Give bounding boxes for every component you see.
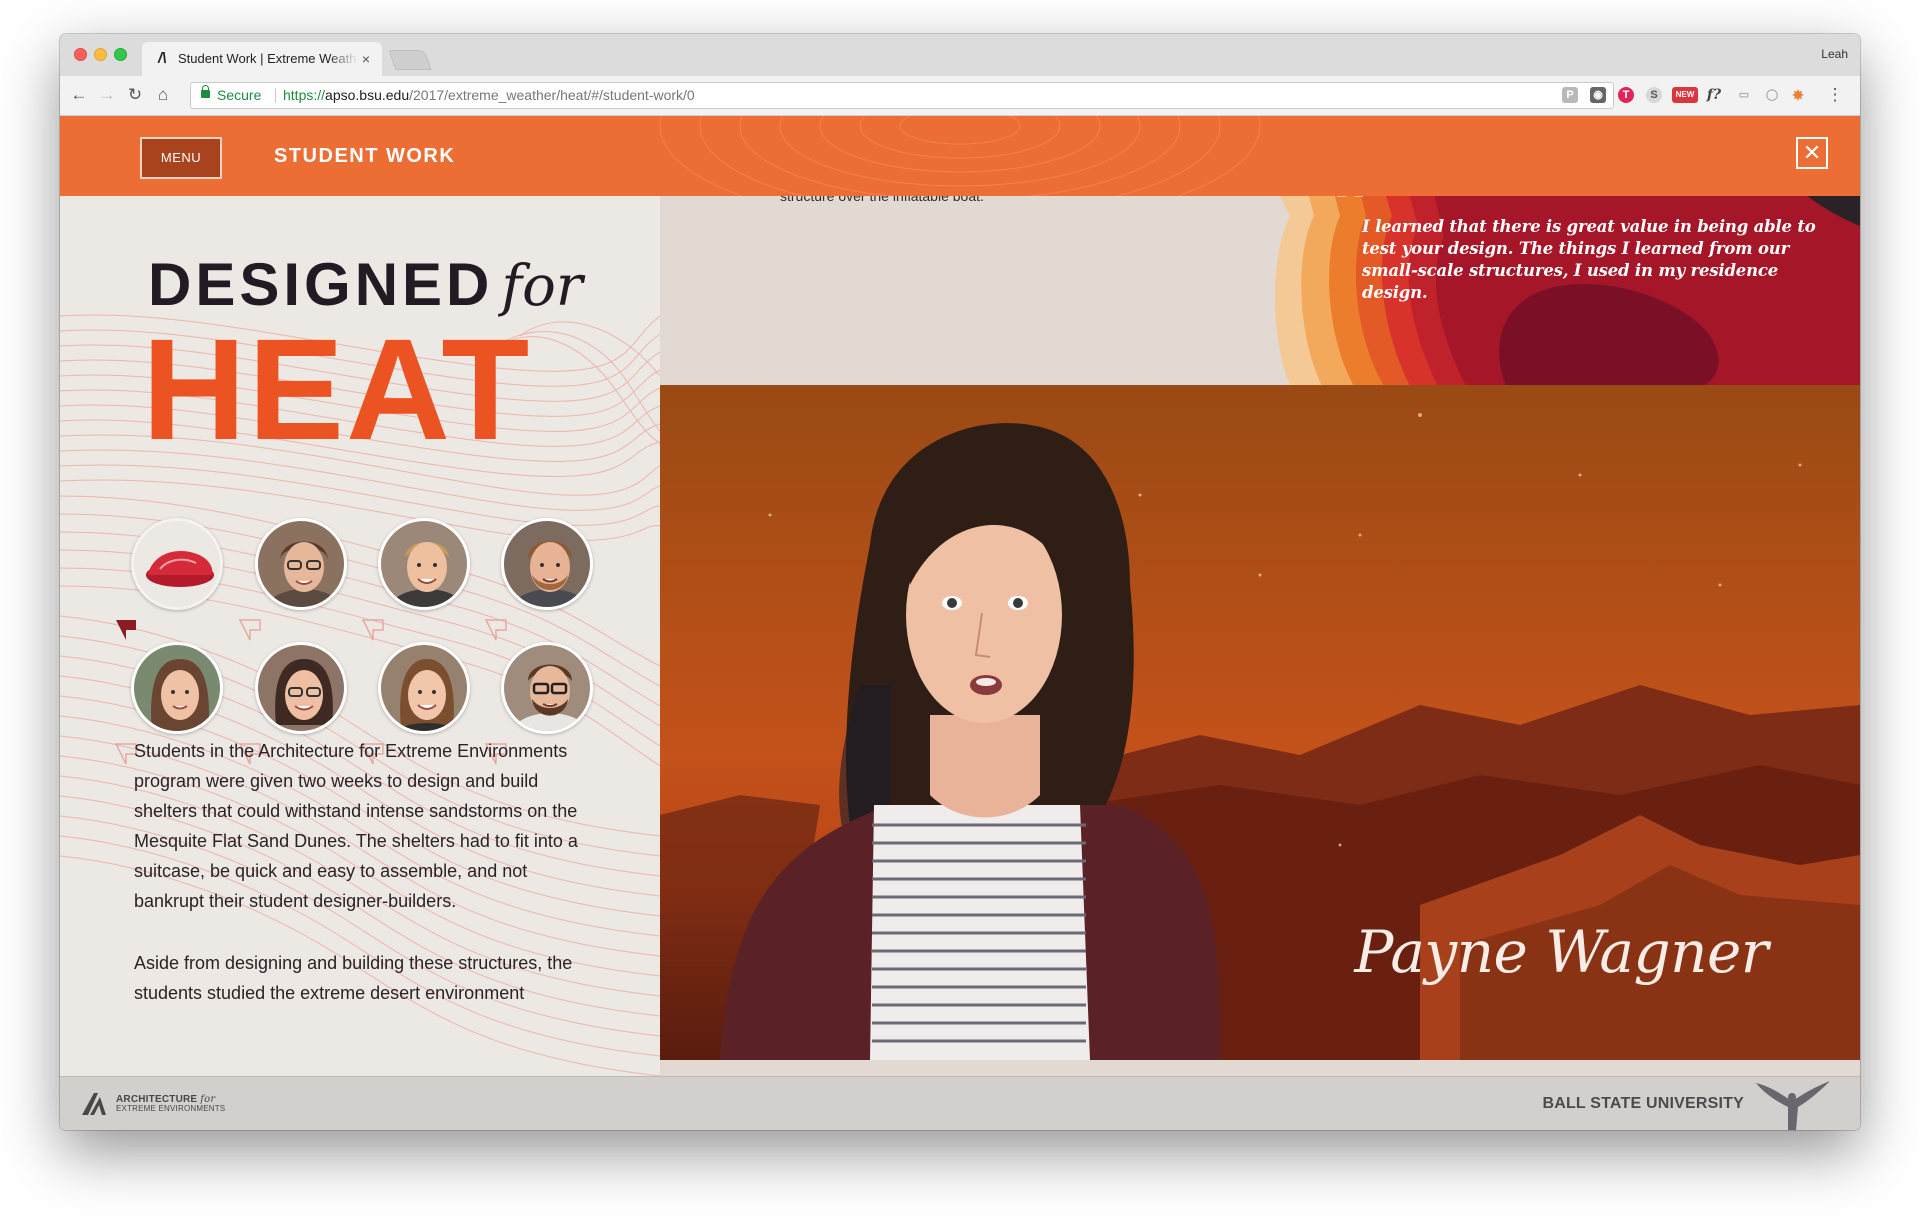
student-selector-7[interactable] <box>378 642 470 734</box>
site-content: MENU STUDENT WORK ✕ DESIGNED for HEAT St… <box>60 116 1860 1130</box>
extension-color-icon[interactable]: ✸ <box>1790 87 1806 103</box>
heading-heat: HEAT <box>142 309 532 470</box>
address-divider <box>275 88 276 103</box>
url-host: apso.bsu.edu <box>325 87 410 103</box>
browser-tab[interactable]: /\ Student Work | Extreme Weather × <box>142 42 382 76</box>
student-detail-panel: structure over the inflatable boat. “ I … <box>660 196 1860 1076</box>
student-photo <box>381 645 467 731</box>
extension-s-icon[interactable]: S <box>1646 87 1662 103</box>
student-selector-structure[interactable] <box>131 518 223 610</box>
beneficence-statue-icon <box>1756 1081 1830 1130</box>
url-path: /2017/extreme_weather/heat/#/student-wor… <box>409 87 695 103</box>
minimize-window-button[interactable] <box>94 48 107 61</box>
extension-circle-icon[interactable]: ◯ <box>1764 87 1780 103</box>
pointer-icon <box>361 619 384 641</box>
extension-map-icon[interactable]: ◉ <box>1590 87 1606 103</box>
tab-title: Student Work | Extreme Weather <box>178 42 358 76</box>
intro-paragraph-2: Aside from designing and building these … <box>134 953 573 1003</box>
student-quote: I learned that there is great value in b… <box>1362 217 1816 302</box>
new-tab-button[interactable] <box>388 50 432 70</box>
url-scheme: https:// <box>283 87 326 103</box>
site-footer: ARCHITECTURE for EXTREME ENVIRONMENTS BA… <box>60 1076 1860 1130</box>
site-header: MENU STUDENT WORK ✕ <box>60 116 1860 196</box>
intro-text: Students in the Architecture for Extreme… <box>134 736 594 1040</box>
zoom-window-button[interactable] <box>114 48 127 61</box>
browser-window: /\ Student Work | Extreme Weather × Leah… <box>60 34 1860 1130</box>
extension-t-icon[interactable]: T <box>1618 87 1634 103</box>
student-photo <box>258 645 344 731</box>
browser-toolbar: ← → ↻ ⌂ Secure https://apso.bsu.edu/2017… <box>60 76 1860 116</box>
left-column: DESIGNED for HEAT Students in the Archit… <box>60 196 660 1076</box>
student-selector-2[interactable] <box>255 518 347 610</box>
reload-icon[interactable]: ↻ <box>124 84 146 106</box>
student-name: Payne Wagner <box>1354 918 1768 986</box>
extension-formula-icon[interactable]: f? <box>1706 87 1722 103</box>
tab-close-icon[interactable]: × <box>362 42 370 76</box>
extension-cast-icon[interactable]: ▭ <box>1736 87 1752 103</box>
architecture-brand-text[interactable]: ARCHITECTURE for EXTREME ENVIRONMENTS <box>116 1095 226 1114</box>
extension-p-icon[interactable]: P <box>1562 87 1578 103</box>
browser-menu-icon[interactable]: ⋮ <box>1824 84 1846 106</box>
brand-line-1: ARCHITECTURE for <box>116 1095 225 1105</box>
close-panel-button[interactable]: ✕ <box>1796 137 1828 169</box>
section-title: STUDENT WORK <box>274 145 456 167</box>
url-text: https://apso.bsu.edu/2017/extreme_weathe… <box>283 83 695 108</box>
inflatable-structure-icon <box>146 551 214 587</box>
address-bar[interactable]: Secure https://apso.bsu.edu/2017/extreme… <box>190 82 1614 109</box>
pointer-icon <box>238 619 261 641</box>
menu-button[interactable]: MENU <box>140 137 222 179</box>
previous-text-fragment: structure over the inflatable boat. <box>780 196 984 204</box>
student-photo <box>381 521 467 607</box>
close-window-button[interactable] <box>74 48 87 61</box>
secure-label: Secure <box>217 87 262 103</box>
brand-line-2: EXTREME ENVIRONMENTS <box>116 1104 226 1113</box>
extension-new-icon[interactable]: NEW <box>1672 87 1698 103</box>
student-selector-8[interactable] <box>501 642 593 734</box>
profile-name[interactable]: Leah <box>1821 47 1848 61</box>
student-photo <box>504 521 590 607</box>
intro-paragraph-1: Students in the Architecture for Extreme… <box>134 741 578 911</box>
student-selector-5[interactable] <box>131 642 223 734</box>
student-selector-4[interactable] <box>501 518 593 610</box>
student-selector-3[interactable] <box>378 518 470 610</box>
forward-icon[interactable]: → <box>96 84 118 106</box>
lock-icon <box>201 85 210 98</box>
pointer-icon <box>484 619 507 641</box>
student-photo <box>258 521 344 607</box>
back-icon[interactable]: ← <box>68 84 90 106</box>
student-selector-6[interactable] <box>255 642 347 734</box>
home-icon[interactable]: ⌂ <box>152 84 174 106</box>
tab-strip: /\ Student Work | Extreme Weather × Leah <box>60 34 1860 76</box>
university-name[interactable]: BALL STATE UNIVERSITY <box>1542 1095 1744 1113</box>
student-video[interactable]: Payne Wagner <box>660 385 1860 1060</box>
architecture-logo-icon <box>82 1093 106 1115</box>
heading-designed-text: DESIGNED <box>148 251 494 318</box>
student-photo <box>504 645 590 731</box>
student-photo <box>134 645 220 731</box>
site-favicon-icon: /\ <box>158 50 167 67</box>
selected-pointer-icon <box>116 620 136 640</box>
